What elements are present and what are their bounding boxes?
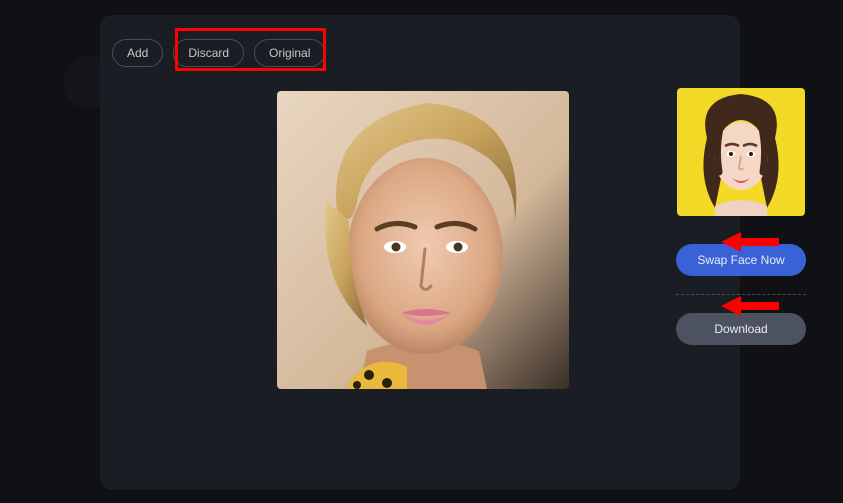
editor-panel: Add Discard Original	[100, 15, 740, 490]
annotation-arrow-icon	[721, 228, 781, 256]
main-face-image	[277, 91, 569, 389]
annotation-arrow-icon	[721, 292, 781, 320]
original-button[interactable]: Original	[254, 39, 325, 67]
add-button[interactable]: Add	[112, 39, 163, 67]
toolbar: Add Discard Original	[112, 39, 325, 67]
discard-button[interactable]: Discard	[173, 39, 244, 67]
target-face-thumbnail[interactable]	[677, 88, 805, 216]
